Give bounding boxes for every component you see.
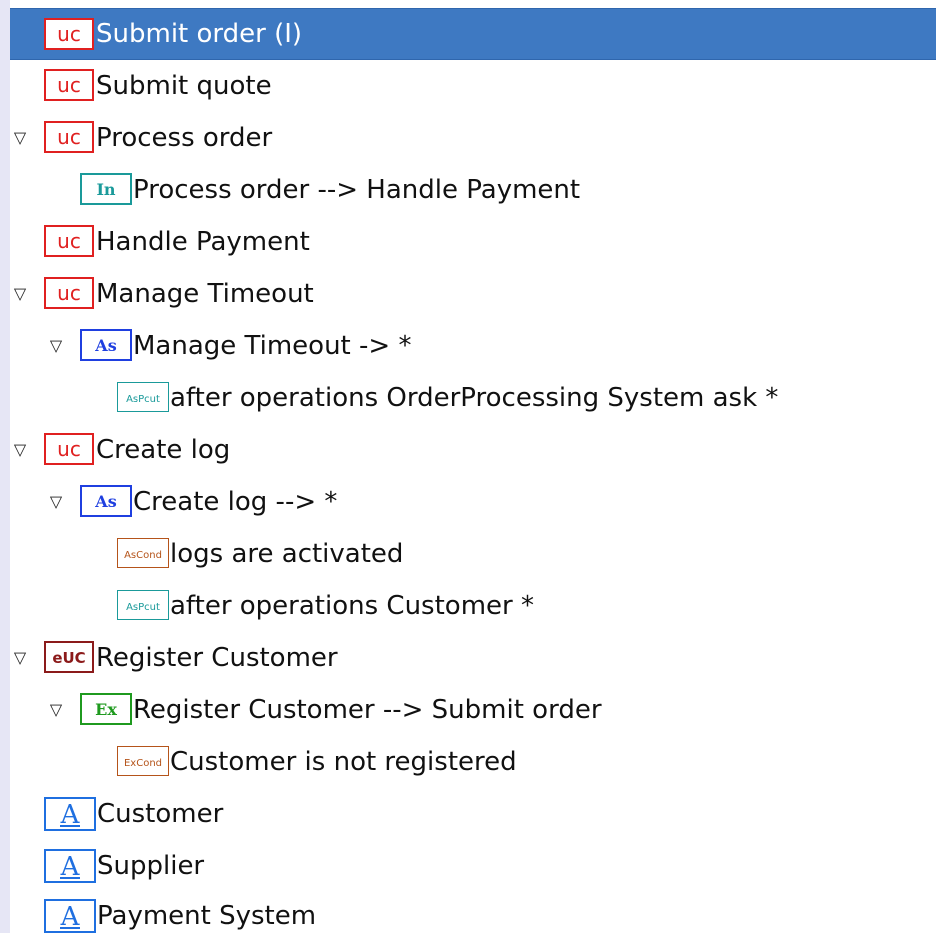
tree-item-label: Manage Timeout [96, 279, 314, 309]
tree-item-aspect-relation[interactable]: ▽ As Manage Timeout -> * [10, 320, 936, 372]
tree-item-extend-condition[interactable]: ExCond Customer is not registered [10, 736, 936, 788]
expand-toggle-icon[interactable]: ▽ [12, 130, 28, 146]
svg-text:uc: uc [57, 281, 81, 305]
tree-item-create-log[interactable]: ▽ uc Create log [10, 424, 936, 476]
expand-toggle-icon[interactable]: ▽ [12, 650, 28, 666]
tree-item-label: Register Customer [96, 643, 338, 673]
svg-text:As: As [94, 336, 116, 355]
expand-toggle-icon[interactable]: ▽ [12, 286, 28, 302]
svg-text:uc: uc [57, 22, 81, 46]
aspect-relation-icon: As [80, 329, 132, 361]
svg-text:AsPcut: AsPcut [126, 602, 160, 613]
svg-text:uc: uc [57, 125, 81, 149]
tree-item-label: Payment System [97, 901, 317, 931]
tree-item-label: Create log --> * [133, 487, 338, 517]
tree-item-label: after operations Customer * [170, 591, 534, 621]
use-case-tree: uc Submit order (I) uc Submit quote ▽ uc… [10, 0, 936, 933]
svg-text:A: A [60, 902, 81, 931]
use-case-icon: uc [44, 69, 94, 101]
tree-item-label: logs are activated [170, 539, 404, 569]
svg-text:As: As [94, 492, 116, 511]
actor-icon: A [44, 899, 96, 933]
tree-item-label: Register Customer --> Submit order [133, 695, 602, 725]
tree-item-label: Create log [96, 435, 231, 465]
aspect-relation-icon: As [80, 485, 132, 517]
tree-item-label: Customer [97, 799, 224, 829]
svg-text:uc: uc [57, 437, 81, 461]
expand-toggle-icon[interactable]: ▽ [48, 338, 64, 354]
use-case-icon: uc [44, 225, 94, 257]
tree-item-actor-payment-system[interactable]: A Payment System [10, 890, 936, 933]
svg-text:A: A [60, 800, 81, 829]
tree-item-submit-order[interactable]: uc Submit order (I) [10, 8, 936, 60]
tree-item-aspect-condition[interactable]: AsCond logs are activated [10, 528, 936, 580]
extended-use-case-icon: eUC [44, 641, 94, 673]
tree-item-actor-customer[interactable]: A Customer [10, 788, 936, 840]
actor-icon: A [44, 797, 96, 831]
actor-icon: A [44, 849, 96, 883]
svg-text:eUC: eUC [52, 649, 85, 667]
tree-item-handle-payment[interactable]: uc Handle Payment [10, 216, 936, 268]
expand-toggle-icon[interactable]: ▽ [48, 494, 64, 510]
tree-item-label: Process order --> Handle Payment [133, 175, 581, 205]
tree-item-label: Handle Payment [96, 227, 310, 257]
tree-item-include-relation[interactable]: In Process order --> Handle Payment [10, 164, 936, 216]
extend-relation-icon: Ex [80, 693, 132, 725]
use-case-icon: uc [44, 18, 94, 50]
tree-item-manage-timeout[interactable]: ▽ uc Manage Timeout [10, 268, 936, 320]
tree-item-actor-supplier[interactable]: A Supplier [10, 840, 936, 892]
tree-item-aspect-relation[interactable]: ▽ As Create log --> * [10, 476, 936, 528]
tree-item-extend-relation[interactable]: ▽ Ex Register Customer --> Submit order [10, 684, 936, 736]
svg-text:In: In [96, 180, 115, 199]
aspect-pointcut-icon: AsPcut [117, 590, 169, 620]
tree-item-label: Process order [96, 123, 273, 153]
svg-text:A: A [60, 852, 81, 881]
aspect-condition-icon: AsCond [117, 538, 169, 568]
tree-item-label: Supplier [97, 851, 205, 881]
tree-item-label: Manage Timeout -> * [133, 331, 412, 361]
use-case-icon: uc [44, 277, 94, 309]
tree-item-register-customer[interactable]: ▽ eUC Register Customer [10, 632, 936, 684]
svg-text:ExCond: ExCond [124, 758, 162, 769]
aspect-pointcut-icon: AsPcut [117, 382, 169, 412]
tree-item-label: after operations OrderProcessing System … [170, 383, 779, 413]
tree-item-label: Submit quote [96, 71, 272, 101]
include-relation-icon: In [80, 173, 132, 205]
tree-item-aspect-pointcut[interactable]: AsPcut after operations OrderProcessing … [10, 372, 936, 424]
use-case-icon: uc [44, 121, 94, 153]
tree-item-label: Customer is not registered [170, 747, 517, 777]
tree-item-process-order[interactable]: ▽ uc Process order [10, 112, 936, 164]
svg-text:uc: uc [57, 229, 81, 253]
svg-text:AsCond: AsCond [124, 550, 162, 561]
tree-item-submit-quote[interactable]: uc Submit quote [10, 60, 936, 112]
svg-text:uc: uc [57, 73, 81, 97]
extend-condition-icon: ExCond [117, 746, 169, 776]
use-case-icon: uc [44, 433, 94, 465]
tree-item-aspect-pointcut[interactable]: AsPcut after operations Customer * [10, 580, 936, 632]
expand-toggle-icon[interactable]: ▽ [48, 702, 64, 718]
svg-text:AsPcut: AsPcut [126, 394, 160, 405]
tree-item-label: Submit order (I) [96, 19, 303, 49]
expand-toggle-icon[interactable]: ▽ [12, 442, 28, 458]
svg-text:Ex: Ex [95, 700, 117, 719]
